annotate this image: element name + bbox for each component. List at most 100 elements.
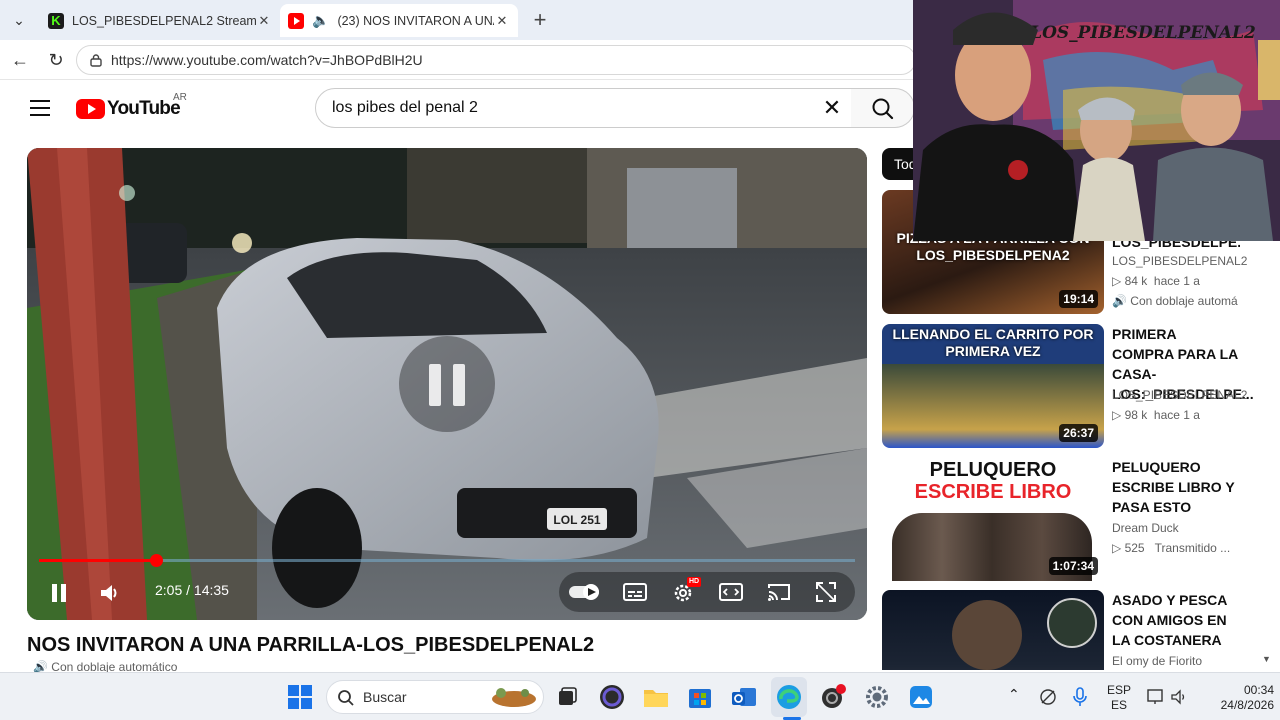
microsoft-store-icon[interactable] bbox=[686, 683, 714, 711]
search-button[interactable] bbox=[851, 88, 915, 128]
search-icon bbox=[872, 98, 894, 120]
language-indicator[interactable]: ESP ES bbox=[1106, 683, 1132, 713]
subtitles-icon[interactable] bbox=[623, 582, 647, 602]
video-title[interactable]: ASADO Y PESCA CON AMIGOS EN LA COSTANERA bbox=[1112, 590, 1240, 650]
progress-bar[interactable] bbox=[39, 554, 855, 567]
video-thumbnail[interactable] bbox=[882, 590, 1104, 670]
progress-played bbox=[39, 559, 156, 562]
pause-icon bbox=[52, 584, 66, 602]
video-meta: ▷ 98 k hace 1 a bbox=[1112, 408, 1200, 422]
dubbing-badge: 🔊 Con doblaje automá bbox=[1112, 294, 1238, 308]
country-code: AR bbox=[173, 92, 187, 103]
channel-name[interactable]: El omy de Fiorito bbox=[1112, 654, 1202, 668]
network-offline-icon[interactable] bbox=[1039, 688, 1057, 706]
task-view-icon[interactable] bbox=[553, 683, 581, 711]
tab-title: LOS_PIBESDELPENAL2 Stream - Wa bbox=[72, 13, 256, 28]
audio-playing-icon[interactable]: 🔈 bbox=[312, 12, 329, 29]
menu-icon[interactable] bbox=[30, 100, 50, 116]
tab-list-menu-icon[interactable]: ⌄ bbox=[6, 8, 32, 32]
webcam-scene: LOS_PIBESDELPENAL2 bbox=[913, 0, 1280, 241]
clear-search-icon[interactable]: ✕ bbox=[820, 96, 844, 120]
search-highlight-icon bbox=[492, 688, 536, 707]
clock-time: 00:34 bbox=[1243, 683, 1274, 697]
recommendation-item[interactable]: PELUQUERO ESCRIBE LIBRO 1:07:34 PELUQUER… bbox=[882, 457, 1242, 583]
microphone-icon[interactable] bbox=[1072, 687, 1088, 707]
volume-tray-icon[interactable] bbox=[1170, 688, 1188, 706]
video-thumbnail[interactable]: PELUQUERO ESCRIBE LIBRO 1:07:34 bbox=[882, 457, 1104, 581]
view-count: 525 bbox=[1124, 541, 1145, 555]
upload-age: hace 1 a bbox=[1153, 408, 1200, 422]
language-code: ESP bbox=[1106, 683, 1131, 697]
clock-date: 24/8/2026 bbox=[1220, 698, 1274, 712]
site-info-icon[interactable] bbox=[89, 53, 103, 67]
video-duration: 1:07:34 bbox=[1048, 557, 1098, 575]
outlook-icon[interactable] bbox=[730, 683, 758, 711]
tab-youtube-video[interactable]: 🔈 (23) NOS INVITARON A UNA P ✕ bbox=[280, 4, 518, 37]
progress-scrubber[interactable] bbox=[149, 554, 163, 567]
cast-icon[interactable] bbox=[767, 582, 791, 602]
view-count: 98 k bbox=[1124, 408, 1148, 422]
back-arrow-icon[interactable]: ← bbox=[8, 48, 32, 72]
taskbar-search-placeholder: Buscar bbox=[363, 689, 407, 705]
recommendation-item[interactable]: ASADO Y PESCA CON AMIGOS EN LA COSTANERA… bbox=[882, 590, 1242, 670]
address-bar[interactable]: https://www.youtube.com/watch?v=JhBOPdBl… bbox=[76, 45, 916, 75]
photos-app-icon[interactable] bbox=[907, 683, 935, 711]
youtube-wordmark: YouTube bbox=[107, 98, 181, 119]
youtube-icon bbox=[288, 12, 304, 29]
settings-gear-icon[interactable] bbox=[863, 683, 891, 711]
youtube-logo[interactable]: YouTube bbox=[76, 98, 181, 120]
video-duration: 19:14 bbox=[1059, 290, 1098, 308]
pause-button[interactable] bbox=[51, 582, 67, 609]
video-thumbnail[interactable]: LLENANDO EL CARRITO POR PRIMERA VEZ 26:3… bbox=[882, 324, 1104, 448]
view-count: 84 k bbox=[1124, 274, 1148, 288]
channel-name[interactable]: LOS_PIBESDELPENAL2 bbox=[1112, 388, 1247, 402]
windows-taskbar: Buscar ⌃ ESP ES 00:34 24/8/2026 bbox=[0, 672, 1280, 720]
volume-button[interactable] bbox=[99, 582, 121, 609]
tab-close-icon[interactable]: ✕ bbox=[256, 13, 272, 29]
app-notification-icon[interactable] bbox=[819, 683, 847, 711]
upload-age: hace 1 a bbox=[1153, 274, 1200, 288]
video-player[interactable]: LOL 251 2:05 / 14:35 HD bbox=[27, 148, 867, 620]
recommendation-item[interactable]: LLENANDO EL CARRITO POR PRIMERA VEZ 26:3… bbox=[882, 324, 1254, 450]
thumbnail-inset bbox=[1047, 598, 1097, 648]
edge-browser-icon[interactable] bbox=[775, 683, 803, 711]
thumbnail-caption: LLENANDO EL CARRITO POR PRIMERA VEZ bbox=[892, 326, 1094, 359]
channel-name[interactable]: Dream Duck bbox=[1112, 521, 1179, 535]
time-display: 2:05 / 14:35 bbox=[155, 582, 229, 598]
thumbnail-caption-bottom: ESCRIBE LIBRO bbox=[914, 481, 1072, 503]
thumbnail-caption-top: PELUQUERO bbox=[929, 459, 1057, 481]
display-icon[interactable] bbox=[1146, 688, 1166, 706]
windows-start-icon[interactable] bbox=[286, 683, 314, 711]
stream-status: Transmitido ... bbox=[1154, 541, 1231, 555]
url-text: https://www.youtube.com/watch?v=JhBOPdBl… bbox=[111, 52, 423, 68]
show-hidden-icons-icon[interactable]: ⌃ bbox=[1008, 687, 1020, 702]
thumbnail-person bbox=[952, 600, 1022, 670]
new-tab-button[interactable]: + bbox=[526, 6, 554, 34]
center-pause-button[interactable] bbox=[399, 336, 495, 432]
video-title[interactable]: PELUQUERO ESCRIBE LIBRO Y PASA ESTO bbox=[1112, 457, 1240, 517]
scroll-down-arrow-icon[interactable]: ▼ bbox=[1262, 654, 1271, 664]
tab-kick-stream[interactable]: K LOS_PIBESDELPENAL2 Stream - Wa ✕ bbox=[40, 4, 280, 37]
player-right-controls: HD bbox=[559, 572, 855, 612]
volume-icon bbox=[101, 585, 117, 601]
obs-studio-icon[interactable] bbox=[598, 683, 626, 711]
dubbing-badge-text: Con doblaje automá bbox=[1130, 294, 1238, 308]
video-meta: ▷ 84 k hace 1 a bbox=[1112, 274, 1200, 288]
tab-close-icon[interactable]: ✕ bbox=[494, 13, 510, 29]
search-input[interactable]: los pibes del penal 2 bbox=[315, 88, 852, 128]
taskbar-search-box[interactable]: Buscar bbox=[326, 680, 544, 714]
fullscreen-icon[interactable] bbox=[815, 581, 837, 603]
file-explorer-icon[interactable] bbox=[642, 683, 670, 711]
search-query: los pibes del penal 2 bbox=[332, 99, 478, 116]
theater-mode-icon[interactable] bbox=[719, 582, 743, 602]
youtube-play-icon bbox=[76, 99, 105, 119]
hd-badge: HD bbox=[687, 577, 702, 587]
clock[interactable]: 00:34 24/8/2026 bbox=[1198, 683, 1274, 713]
kick-icon: K bbox=[48, 12, 64, 29]
video-meta: ▷ 525 Transmitido ... bbox=[1112, 541, 1231, 555]
autoplay-toggle-icon[interactable] bbox=[569, 583, 605, 601]
search-icon bbox=[338, 690, 354, 706]
channel-name[interactable]: LOS_PIBESDELPENAL2 bbox=[1112, 254, 1247, 268]
license-plate-text: LOL 251 bbox=[553, 513, 600, 527]
reload-icon[interactable]: ↻ bbox=[44, 48, 68, 72]
